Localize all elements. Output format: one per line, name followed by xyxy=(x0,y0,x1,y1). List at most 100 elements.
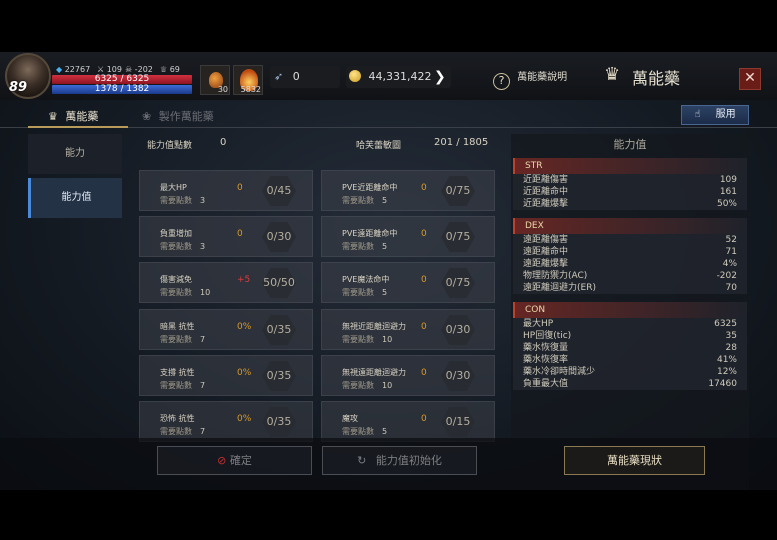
stat-card[interactable]: PVE近距離命中 需要點數 5 0 0/75 xyxy=(321,170,495,211)
stat-card[interactable]: 無視遠距離迴避力 需要點數 10 0 0/30 xyxy=(321,355,495,396)
feather-currency: ➶ 0 xyxy=(270,66,340,88)
stat-requirement: 需要點數 10 xyxy=(342,335,393,344)
reset-stats-button[interactable]: ↻ 能力值初始化 xyxy=(322,446,477,475)
stat-sword: ◆ 22767 xyxy=(56,65,91,74)
group-row: 近距離傷害 109 xyxy=(523,175,737,185)
stat-name: 負重增加 xyxy=(160,229,192,238)
page-title: 萬能藥 xyxy=(632,69,681,88)
stat-value: 0 xyxy=(421,229,427,239)
stat-max: 0/75 xyxy=(445,230,471,243)
stat-card[interactable]: 暗黑 抗性 需要點數 7 0% 0/35 xyxy=(139,309,313,350)
disabled-icon: ⊘ xyxy=(217,454,227,467)
trophy-icon: ♕ xyxy=(160,65,168,74)
stat-weapon: ⚔ 109 xyxy=(97,65,122,74)
stat-value: 0 xyxy=(237,229,243,239)
stat-card[interactable]: 傷害減免 需要點數 10 +5 50/50 xyxy=(139,262,313,303)
stat-requirement: 需要點數 5 xyxy=(342,196,388,205)
gold-coin-icon xyxy=(349,70,361,82)
stat-armor: ☠ -202 xyxy=(125,65,153,74)
side-item-stats[interactable]: 能力值 xyxy=(28,178,122,218)
ability-panel: 能力值 STR 近距離傷害 109 近距離命中 161 近距離爆擊 50% DEX 遠距離傷害 5… xyxy=(511,134,749,490)
stat-name: 支撐 抗性 xyxy=(160,368,195,377)
flame-slot[interactable]: 5832 xyxy=(233,65,263,95)
stat-points-label: 能力值點數 xyxy=(147,141,193,151)
stat-requirement: 需要點數 3 xyxy=(160,242,206,251)
stat-max: 0/30 xyxy=(266,230,292,243)
stat-name: PVE近距離命中 xyxy=(342,183,398,192)
top-bar: 89 ◆ 22767 ⚔ 109 ☠ -202 ♕ 69 6325 / 6325… xyxy=(0,52,777,100)
group-row: 藥水冷卻時間減少 12% xyxy=(523,367,737,377)
stat-name: 無視遠距離迴避力 xyxy=(342,368,406,377)
group-row: 遠距離命中 71 xyxy=(523,247,737,257)
potion-status-button[interactable]: 萬能藥現狀 xyxy=(564,446,705,475)
stat-card[interactable]: 支撐 抗性需要點數 7 0% 0/35 xyxy=(139,355,313,396)
stat-value: 0 xyxy=(421,322,427,332)
close-button[interactable]: ✕ xyxy=(739,68,761,90)
stat-value: 0 xyxy=(421,183,427,193)
stat-card[interactable]: 恐怖 抗性 需要點數 7 0% 0/35 xyxy=(139,401,313,442)
stat-group-str: STR 近距離傷害 109 近距離命中 161 近距離爆擊 50% xyxy=(513,158,747,210)
confirm-button[interactable]: ⊘ 確定 xyxy=(157,446,312,475)
chevron-right-icon[interactable]: ❯ xyxy=(434,66,446,88)
stat-max: 0/35 xyxy=(266,415,292,428)
tab-potion[interactable]: ♛ 萬能藥 xyxy=(48,108,98,124)
stat-max: 50/50 xyxy=(263,276,295,289)
side-menu: 能力 能力值 xyxy=(28,134,122,222)
mp-text: 1378 / 1382 xyxy=(94,84,150,94)
stat-value: 0% xyxy=(237,368,252,378)
group-row: 遠距離傷害 52 xyxy=(523,235,737,245)
question-icon: ? xyxy=(493,73,510,90)
group-row: 最大HP 6325 xyxy=(523,319,737,329)
stat-card[interactable]: 負重增加需要點數 3 0 0/30 xyxy=(139,216,313,257)
potion-tab-icon: ♛ xyxy=(48,110,58,123)
group-row: 負重最大值 17460 xyxy=(523,379,737,389)
feather-icon: ➶ xyxy=(274,70,284,83)
stat-card[interactable]: 最大HP 需要點數 3 0 0/45 xyxy=(139,170,313,211)
stat-max: 0/75 xyxy=(445,276,471,289)
stat-name: PVE遠距離命中 xyxy=(342,229,398,238)
stat-requirement: 需要點數 7 xyxy=(160,381,206,390)
stat-card[interactable]: PVE遠距離命中 需要點數 5 0 0/75 xyxy=(321,216,495,257)
stat-max: 0/30 xyxy=(445,369,471,382)
stat-value: 0% xyxy=(237,414,252,424)
help-button[interactable]: ? 萬能藥說明 xyxy=(493,68,567,90)
group-row: 藥水恢復率 41% xyxy=(523,355,737,365)
stat-card[interactable]: PVE魔法命中 需要點數 5 0 0/75 xyxy=(321,262,495,303)
group-row: 藥水恢復量 28 xyxy=(523,343,737,353)
sheet-value: 201 / 1805 xyxy=(434,137,489,148)
stat-value: 0 xyxy=(237,183,243,193)
use-button[interactable]: ☝ 服用 xyxy=(681,105,749,125)
stat-requirement: 需要點數 7 xyxy=(160,427,206,436)
group-header: DEX xyxy=(513,218,747,234)
stat-er: ♕ 69 xyxy=(160,65,180,74)
skull-icon: ☠ xyxy=(125,65,133,74)
stat-max: 0/75 xyxy=(445,184,471,197)
stat-max: 0/15 xyxy=(445,415,471,428)
stat-max: 0/30 xyxy=(445,323,471,336)
stat-max: 0/45 xyxy=(266,184,292,197)
weapon-icon: ⚔ xyxy=(97,65,105,74)
reset-icon: ↻ xyxy=(357,454,367,467)
stat-card[interactable]: 無視近距離迴避力 需要點數 10 0 0/30 xyxy=(321,309,495,350)
group-header: STR xyxy=(513,158,747,174)
stat-name: 最大HP xyxy=(160,183,187,192)
potion-slot[interactable]: 30 xyxy=(200,65,230,95)
stat-value: 0 xyxy=(421,414,427,424)
stat-card[interactable]: 魔攻 需要點數 5 0 0/15 xyxy=(321,401,495,442)
tab-craft-potion[interactable]: ❀ 製作萬能藥 xyxy=(142,108,214,124)
stat-name: 無視近距離迴避力 xyxy=(342,322,406,331)
group-row: 近距離爆擊 50% xyxy=(523,199,737,209)
active-tab-indicator xyxy=(28,126,128,128)
group-row: 近距離命中 161 xyxy=(523,187,737,197)
stat-max: 0/35 xyxy=(266,369,292,382)
stat-group-con: CON 最大HP 6325 HP回復(tic) 35 藥水恢復量 28 藥水恢復率 41% 藥水冷… xyxy=(513,302,747,390)
hand-icon: ☝ xyxy=(694,109,701,120)
stat-group-dex: DEX 遠距離傷害 52 遠距離命中 71 遠距離爆擊 4% 物理防禦力(AC) -202 遠距離… xyxy=(513,218,747,294)
side-item-ability[interactable]: 能力 xyxy=(28,134,122,174)
stat-value: 0% xyxy=(237,322,252,332)
panel-title: 能力值 xyxy=(613,138,647,151)
potion-screen: 89 ◆ 22767 ⚔ 109 ☠ -202 ♕ 69 6325 / 6325… xyxy=(0,52,777,490)
stat-name: 魔攻 xyxy=(342,414,358,423)
tab-bar xyxy=(0,102,777,128)
stat-value: 0 xyxy=(421,368,427,378)
